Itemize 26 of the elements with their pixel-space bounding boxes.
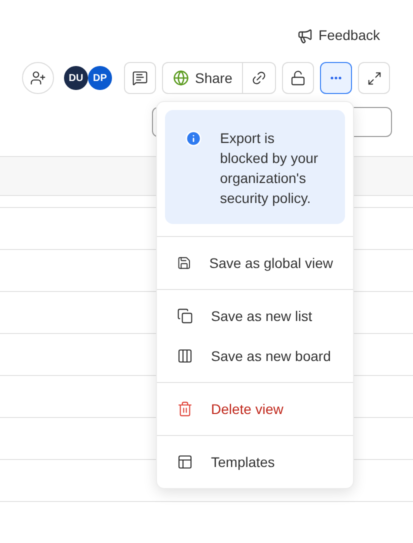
more-button[interactable] <box>320 62 352 94</box>
notice-text: Export is blocked by your organization's security policy. <box>220 129 320 208</box>
copy-icon <box>177 308 193 324</box>
menu-item[interactable]: Templates <box>157 442 353 482</box>
user-avatar[interactable]: DP <box>88 66 112 90</box>
globe-icon <box>173 70 189 86</box>
comment-button[interactable] <box>124 62 156 94</box>
trash-icon <box>177 401 193 417</box>
feedback-button[interactable]: Feedback <box>296 25 380 46</box>
info-icon <box>185 130 202 147</box>
layout-icon <box>177 454 193 470</box>
columns-icon <box>177 348 193 364</box>
comment-icon <box>132 70 148 86</box>
expand-button[interactable] <box>358 62 390 94</box>
user-avatar[interactable]: DU <box>64 66 88 90</box>
expand-icon <box>366 70 382 86</box>
menu-item[interactable]: Delete view <box>157 389 353 429</box>
add-user-button[interactable] <box>22 62 54 94</box>
add-user-icon <box>30 70 46 86</box>
menu-item[interactable]: Save as new board <box>157 336 353 376</box>
lock-button[interactable] <box>282 62 314 94</box>
megaphone-icon <box>296 28 313 44</box>
unlock-icon <box>290 70 306 86</box>
menu-item[interactable]: Save as new list <box>157 296 353 336</box>
more-icon <box>330 76 342 80</box>
menu-item[interactable]: Save as global view <box>157 243 353 283</box>
